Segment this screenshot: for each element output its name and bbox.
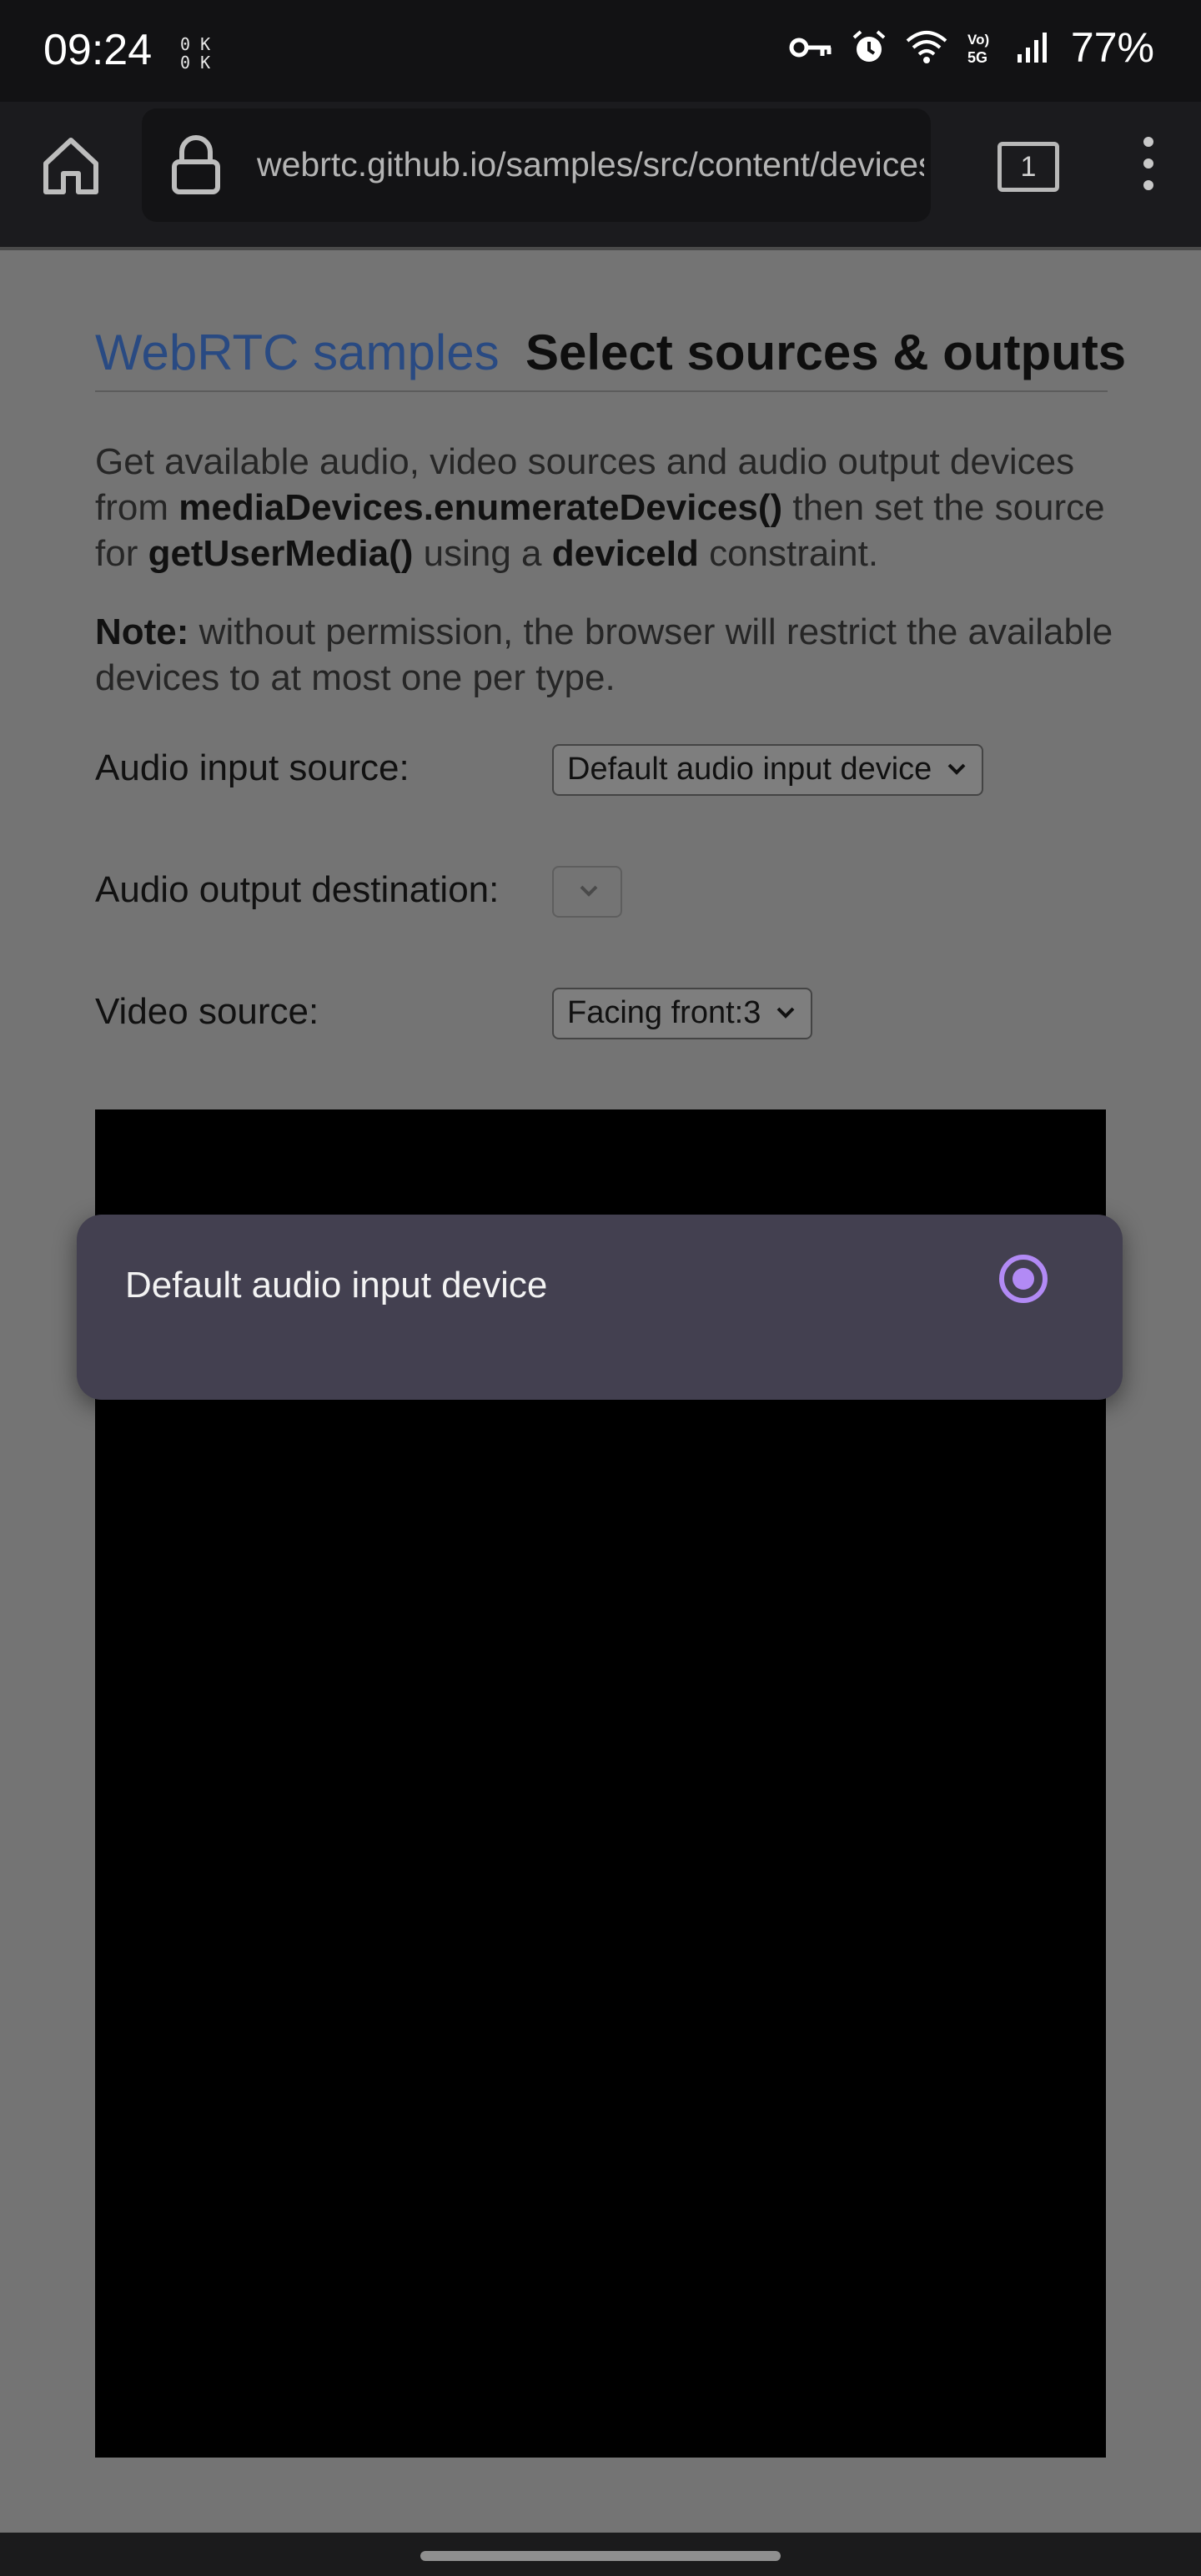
- video-source-select[interactable]: Facing front:3: [552, 988, 813, 1039]
- url-text[interactable]: webrtc.github.io/samples/src/content/dev…: [257, 145, 924, 184]
- page-title: Select sources & outputs: [525, 325, 1127, 380]
- chevron-down-icon: [947, 763, 966, 775]
- video-source-label: Video source:: [95, 991, 319, 1032]
- tab-switcher-button[interactable]: 1: [997, 142, 1059, 192]
- system-nav-bar: [0, 2533, 1201, 2576]
- description: Get available audio, video sources and a…: [95, 441, 1105, 574]
- page-heading: WebRTC samples Select sources & outputs: [95, 324, 1126, 392]
- wifi-icon: [906, 31, 947, 63]
- webrtc-samples-link[interactable]: WebRTC samples: [95, 324, 500, 381]
- volte-5g-icon: Vo) 5G: [967, 32, 989, 66]
- audio-input-select[interactable]: Default audio input device: [552, 744, 984, 796]
- select-options-popup: Default audio input device: [77, 1215, 1123, 1400]
- signal-icon: [1017, 33, 1047, 63]
- chevron-down-icon: [776, 1007, 795, 1019]
- network-speed: 0 K 0 K: [180, 34, 211, 73]
- home-icon[interactable]: [38, 133, 103, 199]
- audio-output-select[interactable]: [552, 866, 622, 918]
- browser-toolbar: webrtc.github.io/samples/src/content/dev…: [0, 102, 1201, 250]
- gesture-handle[interactable]: [420, 2551, 781, 2561]
- status-time: 09:24: [43, 26, 153, 74]
- option-default-audio-input[interactable]: Default audio input device: [125, 1265, 547, 1306]
- url-bar[interactable]: webrtc.github.io/samples/src/content/dev…: [142, 108, 931, 222]
- overflow-menu-icon[interactable]: [1136, 137, 1161, 200]
- status-bar: 09:24 0 K 0 K Vo) 5G 77%: [0, 0, 1201, 102]
- permission-note: Note: without permission, the browser wi…: [95, 611, 1113, 698]
- status-icons: Vo) 5G 77%: [789, 23, 1154, 72]
- svg-text:Vo): Vo): [967, 32, 989, 48]
- chevron-down-icon: [580, 885, 598, 897]
- audio-input-label: Audio input source:: [95, 747, 410, 788]
- alarm-icon: [852, 30, 886, 62]
- svg-text:5G: 5G: [967, 49, 987, 66]
- battery-level: 77%: [1070, 24, 1154, 71]
- audio-output-label: Audio output destination:: [95, 869, 500, 910]
- lock-icon: [172, 135, 220, 194]
- vpn-key-icon: [789, 38, 832, 58]
- radio-selected-icon[interactable]: [999, 1255, 1048, 1303]
